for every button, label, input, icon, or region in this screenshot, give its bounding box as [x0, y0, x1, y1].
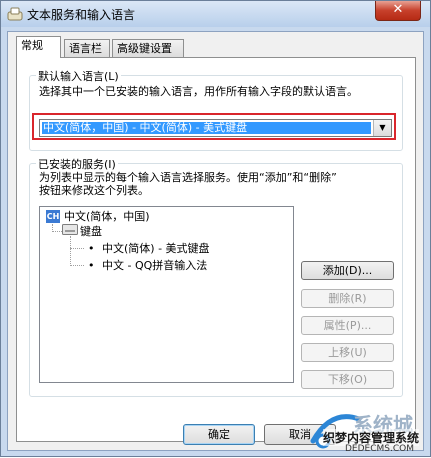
installed-services-title: 已安装的服务(I): [36, 156, 118, 172]
tree-item-language[interactable]: 中文(简体，中国): [64, 210, 150, 223]
tree-connector: [70, 236, 71, 266]
installed-services-description-2: 按钮来修改这个列表。: [39, 184, 149, 197]
tab-language-bar-label: 语言栏: [69, 42, 102, 55]
tab-advanced-keys-label: 高级键设置: [117, 42, 172, 55]
properties-button[interactable]: 属性(P)...: [301, 316, 394, 335]
default-language-select[interactable]: 中文(简体，中国) - 中文(简体) - 美式键盘 ▼: [39, 119, 392, 137]
keyboard-app-icon: [7, 7, 23, 21]
tab-advanced-keys[interactable]: 高级键设置: [112, 39, 184, 57]
tab-general[interactable]: 常规: [16, 36, 61, 58]
remove-button[interactable]: 删除(R): [301, 289, 394, 308]
tab-general-label: 常规: [21, 39, 43, 52]
tab-language-bar[interactable]: 语言栏: [64, 39, 110, 57]
tree-bullet-icon: •: [88, 242, 95, 255]
close-icon: ✕: [392, 2, 404, 17]
tree-item-service[interactable]: 中文 - QQ拼音输入法: [102, 259, 207, 272]
tree-item-service[interactable]: 中文(简体) - 美式键盘: [102, 242, 210, 255]
tree-connector: [70, 248, 84, 249]
installed-services-description-1: 为列表中显示的每个输入语言选择服务。使用“添加”和“删除”: [39, 171, 337, 184]
tree-connector: [52, 231, 62, 232]
tree-item-keyboard-group[interactable]: 键盘: [80, 225, 102, 238]
selected-language: 中文(简体，中国) - 中文(简体) - 美式键盘: [42, 122, 371, 134]
close-button[interactable]: ✕: [375, 1, 421, 21]
window-title: 文本服务和输入语言: [27, 8, 136, 22]
default-language-description: 选择其中一个已安装的输入语言，用作所有输入字段的默认语言。: [39, 85, 358, 98]
chevron-down-icon[interactable]: ▼: [373, 120, 391, 136]
keyboard-icon: [62, 224, 78, 235]
watermark-url: DEDECMS.COM: [345, 444, 414, 454]
move-up-button[interactable]: 上移(U): [301, 343, 394, 362]
title-bar: 文本服务和输入语言 ✕: [1, 1, 430, 27]
tree-connector: [70, 265, 84, 266]
default-language-title: 默认输入语言(L): [36, 68, 121, 84]
language-badge-icon: CH: [46, 210, 60, 223]
add-button[interactable]: 添加(D)...: [301, 261, 394, 280]
dialog-window: 文本服务和输入语言 ✕ 常规 语言栏 高级键设置 默认输入语言(L) 选择其中一…: [0, 0, 431, 457]
services-tree[interactable]: CH 中文(简体，中国) 键盘 • 中文(简体) - 美式键盘 • 中文 - Q…: [39, 206, 294, 383]
tree-bullet-icon: •: [88, 259, 95, 272]
move-down-button[interactable]: 下移(O): [301, 370, 394, 389]
watermark: 系统城 织梦内容管理系统 DEDECMS.COM: [301, 403, 431, 458]
ok-button[interactable]: 确定: [183, 424, 255, 445]
